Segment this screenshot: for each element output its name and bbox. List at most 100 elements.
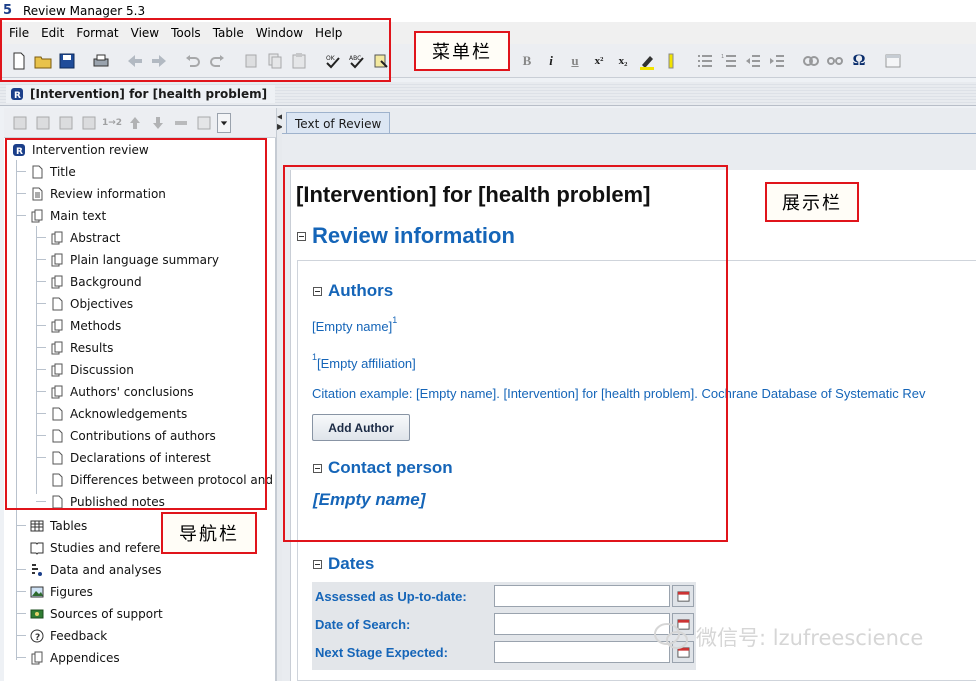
find-icon[interactable]	[370, 50, 392, 72]
title-bar: 5 Review Manager 5.3	[0, 0, 976, 22]
tree-item-feedback[interactable]: ? Feedback	[16, 626, 107, 646]
tree-item-contributions-of-authors[interactable]: Contributions of authors	[36, 426, 216, 446]
tree-item-label: Differences between protocol and re	[70, 473, 272, 487]
tree-item-data-and-analyses[interactable]: Data and analyses	[16, 560, 162, 580]
tree-item-studies-and-references[interactable]: Studies and referenc	[30, 538, 170, 558]
bold-icon[interactable]: B	[516, 50, 538, 72]
date-of-search-input[interactable]	[494, 613, 670, 635]
svg-text:R: R	[14, 91, 21, 101]
tree-item-methods[interactable]: Methods	[36, 316, 121, 336]
menu-file[interactable]: File	[3, 26, 35, 40]
underline-icon[interactable]: u	[564, 50, 586, 72]
outdent-icon[interactable]	[742, 50, 764, 72]
menu-help[interactable]: Help	[309, 26, 348, 40]
omega-symbol-icon[interactable]: Ω	[848, 50, 870, 72]
page-icon	[30, 187, 44, 201]
bullet-list-icon[interactable]	[694, 50, 716, 72]
cut-icon[interactable]	[240, 50, 262, 72]
display-region-callout: 展示栏	[765, 182, 859, 222]
menu-window[interactable]: Window	[250, 26, 309, 40]
app-logo-icon: 5	[3, 3, 13, 18]
author-name-link[interactable]: [Empty name]1	[312, 315, 397, 334]
subscript-icon[interactable]: x₂	[612, 50, 634, 72]
renumber-icon[interactable]: 1→2	[102, 113, 122, 133]
menu-format[interactable]: Format	[70, 26, 124, 40]
move-up-icon[interactable]	[125, 113, 145, 133]
tree-item-intervention-review[interactable]: R Intervention review	[12, 140, 149, 160]
review-title[interactable]: [Intervention] for [health problem]	[296, 182, 650, 208]
menu-edit[interactable]: Edit	[35, 26, 70, 40]
document-tab[interactable]: R [Intervention] for [health problem]	[6, 85, 276, 103]
tree-item-abstract[interactable]: Abstract	[36, 228, 120, 248]
menu-table[interactable]: Table	[207, 26, 250, 40]
search-item-icon[interactable]	[56, 113, 76, 133]
window-icon[interactable]	[194, 113, 214, 133]
tree-item-sources-of-support[interactable]: Sources of support	[16, 604, 163, 624]
collapse-icon[interactable]	[297, 231, 306, 241]
tree-item-tables[interactable]: Tables	[16, 516, 87, 536]
tree-item-acknowledgements[interactable]: Acknowledgements	[36, 404, 187, 424]
pages-icon	[30, 209, 44, 223]
contact-person-name[interactable]: [Empty name]	[313, 490, 425, 510]
panel-icon[interactable]	[882, 50, 904, 72]
next-stage-expected-input[interactable]	[494, 641, 670, 663]
indent-icon[interactable]	[766, 50, 788, 72]
unlink-icon[interactable]	[824, 50, 846, 72]
tree-item-objectives[interactable]: Objectives	[36, 294, 133, 314]
svg-text:OK: OK	[326, 55, 336, 62]
menu-tools[interactable]: Tools	[165, 26, 207, 40]
link-icon[interactable]	[800, 50, 822, 72]
tree-item-label: Data and analyses	[50, 563, 162, 577]
collapse-icon[interactable]	[313, 559, 322, 569]
add-item-icon[interactable]	[10, 113, 30, 133]
tree-item-review-information[interactable]: Review information	[16, 184, 166, 204]
tree-item-authors-conclusions[interactable]: Authors' conclusions	[36, 382, 194, 402]
tree-item-appendices[interactable]: Appendices	[16, 648, 120, 668]
superscript-icon[interactable]: x²	[588, 50, 610, 72]
review-information-heading: Review information	[312, 223, 515, 248]
menu-view[interactable]: View	[125, 26, 165, 40]
open-folder-icon[interactable]	[32, 50, 54, 72]
nav-menu-dropdown-icon[interactable]	[217, 112, 231, 133]
numbered-list-icon[interactable]: 1	[718, 50, 740, 72]
tree-item-background[interactable]: Background	[36, 272, 142, 292]
tree-item-discussion[interactable]: Discussion	[36, 360, 134, 380]
spell-check-abc-icon[interactable]: ABC	[346, 50, 368, 72]
affiliation-text: [Empty affiliation]	[317, 356, 416, 371]
properties-icon[interactable]	[79, 113, 99, 133]
move-down-icon[interactable]	[148, 113, 168, 133]
tree-item-title[interactable]: Title	[16, 162, 76, 182]
edit-item-icon[interactable]	[33, 113, 53, 133]
save-icon[interactable]	[56, 50, 78, 72]
add-author-button[interactable]: Add Author	[312, 414, 410, 441]
tree-item-label: Figures	[50, 585, 93, 599]
marker-icon[interactable]	[660, 50, 682, 72]
redo-icon[interactable]	[206, 50, 228, 72]
tree-item-declarations-of-interest[interactable]: Declarations of interest	[36, 448, 211, 468]
tool-icon[interactable]	[171, 113, 191, 133]
new-file-icon[interactable]	[8, 50, 30, 72]
tree-item-main-text[interactable]: Main text	[16, 206, 106, 226]
back-icon[interactable]	[124, 50, 146, 72]
tree-item-results[interactable]: Results	[36, 338, 113, 358]
tree-item-published-notes[interactable]: Published notes	[36, 492, 165, 512]
forward-icon[interactable]	[148, 50, 170, 72]
collapse-icon[interactable]	[313, 286, 322, 296]
undo-icon[interactable]	[182, 50, 204, 72]
svg-text:?: ?	[35, 633, 40, 643]
affiliation-link[interactable]: 1[Empty affiliation]	[312, 352, 416, 371]
highlight-icon[interactable]	[636, 50, 658, 72]
tree-item-differences-between-protocol[interactable]: Differences between protocol and re	[50, 470, 272, 490]
tab-text-of-review[interactable]: Text of Review	[286, 112, 391, 134]
italic-icon[interactable]: i	[540, 50, 562, 72]
assessed-up-to-date-input[interactable]	[494, 585, 670, 607]
print-icon[interactable]	[90, 50, 112, 72]
copy-icon[interactable]	[264, 50, 286, 72]
paste-icon[interactable]	[288, 50, 310, 72]
tree-item-plain-language-summary[interactable]: Plain language summary	[36, 250, 219, 270]
calendar-icon[interactable]	[672, 585, 694, 607]
spell-check-icon[interactable]: OK	[322, 50, 344, 72]
tree-item-figures[interactable]: Figures	[16, 582, 93, 602]
wechat-icon	[654, 623, 688, 649]
collapse-icon[interactable]	[313, 463, 322, 473]
